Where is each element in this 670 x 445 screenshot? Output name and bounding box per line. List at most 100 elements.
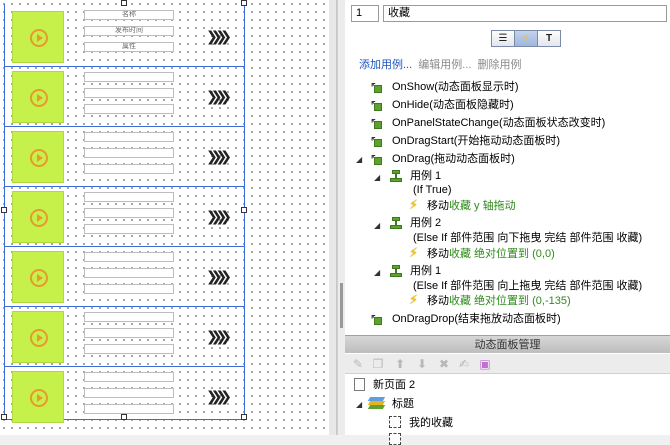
case-icon [388,216,404,230]
play-icon [30,389,48,407]
list-item[interactable]: ❯❯❯❯ [5,247,245,307]
resize-handle[interactable] [241,0,247,6]
panel-state-icon[interactable]: ▣ [478,357,492,371]
properties-pane: 1 收藏 ☰ ⚡ T 添加用例... 编辑用例... 删除用例 ↖ OnShow… [345,0,670,445]
collapse-icon[interactable]: ◢ [356,155,362,164]
text-field [84,252,174,262]
case-action[interactable]: 移动收藏 y 轴拖动 [427,199,516,213]
event-onpanelstatechange[interactable]: OnPanelStateChange(动态面板状态改变时) [392,116,605,130]
tab-style[interactable]: T [537,30,561,47]
collapse-icon[interactable]: ◢ [356,400,362,409]
lightning-icon: ⚡ [409,245,419,260]
case-action[interactable]: 移动收藏 绝对位置到 (0,0) [427,247,555,261]
case-icon [388,264,404,278]
panel-manager-toolbar: ✎ ❐ ⬆ ⬇ ✖ ✍ ▣ [345,354,670,374]
text-field [84,404,174,414]
state-node[interactable]: 我的收藏 [409,416,453,430]
text-field [84,104,174,114]
text-field [84,148,174,158]
case-title[interactable]: 用例 2 [410,216,441,230]
dynamic-panel-node[interactable]: 标题 [392,397,414,411]
event-onshow[interactable]: OnShow(动态面板显示时) [392,80,519,94]
play-icon [30,149,48,167]
event-icon: ↖ [369,80,383,94]
tab-notes[interactable]: ☰ [491,30,515,47]
case-action[interactable]: 移动收藏 绝对位置到 (0,-135) [427,294,571,308]
text-field [84,164,174,174]
panel-manager-header: 动态面板管理 [345,335,670,353]
play-icon [30,329,48,347]
collapse-icon[interactable]: ◢ [374,173,380,182]
list-item[interactable]: ❯❯❯❯ [5,187,245,247]
event-icon: ↖ [369,134,383,148]
event-ondragdrop[interactable]: OnDragDrop(结束拖放动态面板时) [392,312,561,326]
chevron-right-icon: ❯❯❯❯ [206,328,232,344]
collapse-icon[interactable]: ◢ [374,221,380,230]
list-item[interactable]: 名称 发布时间 属性 ❯❯❯❯ [5,7,245,67]
thumbnail-image [12,11,64,63]
list-item[interactable]: ❯❯❯❯ [5,127,245,187]
canvas-scrollbar[interactable] [329,0,336,435]
case-condition: (Else If 部件范围 向上拖曳 完结 部件范围 收藏) [413,280,643,292]
properties-tabs: ☰ ⚡ T [491,30,561,47]
case-condition: (Else If 部件范围 向下拖曳 完结 部件范围 收藏) [413,232,643,244]
move-up-icon[interactable]: ⬆ [393,357,407,371]
widget-name-field[interactable]: 收藏 [383,5,667,22]
event-icon: ↖ [369,312,383,326]
resize-handle[interactable] [241,207,247,213]
page-node[interactable]: 新页面 2 [373,378,415,392]
play-icon [30,29,48,47]
resize-handle[interactable] [1,414,7,420]
event-icon: ↖ [369,116,383,130]
edit-icon[interactable]: ✎ [351,357,365,371]
page-icon [354,378,365,391]
text-field [84,224,174,234]
thumbnail-image [12,371,64,423]
move-down-icon[interactable]: ⬇ [415,357,429,371]
text-field [84,328,174,338]
resize-handle[interactable] [121,0,127,6]
attribute-field: 属性 [84,42,174,52]
case-condition: (If True) [413,184,452,196]
thumbnail-image [12,251,64,303]
list-item[interactable]: ❯❯❯❯ [5,67,245,127]
tab-interactions[interactable]: ⚡ [514,30,538,47]
duplicate-icon[interactable]: ❐ [371,357,385,371]
event-ondragstart[interactable]: OnDragStart(开始拖动动态面板时) [392,134,560,148]
thumbnail-image [12,311,64,363]
chevron-right-icon: ❯❯❯❯ [206,268,232,284]
case-title[interactable]: 用例 1 [410,169,441,183]
case-icon [388,169,404,183]
design-canvas[interactable]: 名称 发布时间 属性 ❯❯❯❯ ❯❯❯❯ ❯❯❯❯ ❯❯❯❯ ❯❯❯❯ ❯❯❯❯… [0,0,337,435]
text-field [84,388,174,398]
event-icon: ↖ [369,98,383,112]
lightning-icon: ⚡ [522,33,530,44]
list-item[interactable]: ❯❯❯❯ [5,307,245,367]
event-icon: ↖ [369,152,383,166]
state-icon [389,416,401,428]
collapse-icon[interactable]: ◢ [374,268,380,277]
chevron-right-icon: ❯❯❯❯ [206,208,232,224]
pane-splitter[interactable] [337,0,345,435]
add-case-link[interactable]: 添加用例... [359,59,412,71]
text-field [84,208,174,218]
widget-id-field[interactable]: 1 [351,5,379,22]
text-field [84,132,174,142]
play-icon [30,89,48,107]
resize-handle[interactable] [241,414,247,420]
edit-state-icon[interactable]: ✍ [457,357,471,371]
note-icon: ☰ [498,33,508,44]
chevron-right-icon: ❯❯❯❯ [206,388,232,404]
text-field [84,192,174,202]
resize-handle[interactable] [1,207,7,213]
text-field [84,72,174,82]
event-onhide[interactable]: OnHide(动态面板隐藏时) [392,98,514,112]
publish-time-field: 发布时间 [84,26,174,36]
text-field [84,344,174,354]
delete-icon[interactable]: ✖ [437,357,451,371]
text-field [84,372,174,382]
resize-handle[interactable] [121,414,127,420]
thumbnail-image [12,71,64,123]
event-ondrag[interactable]: OnDrag(拖动动态面板时) [392,152,515,166]
case-title[interactable]: 用例 1 [410,264,441,278]
